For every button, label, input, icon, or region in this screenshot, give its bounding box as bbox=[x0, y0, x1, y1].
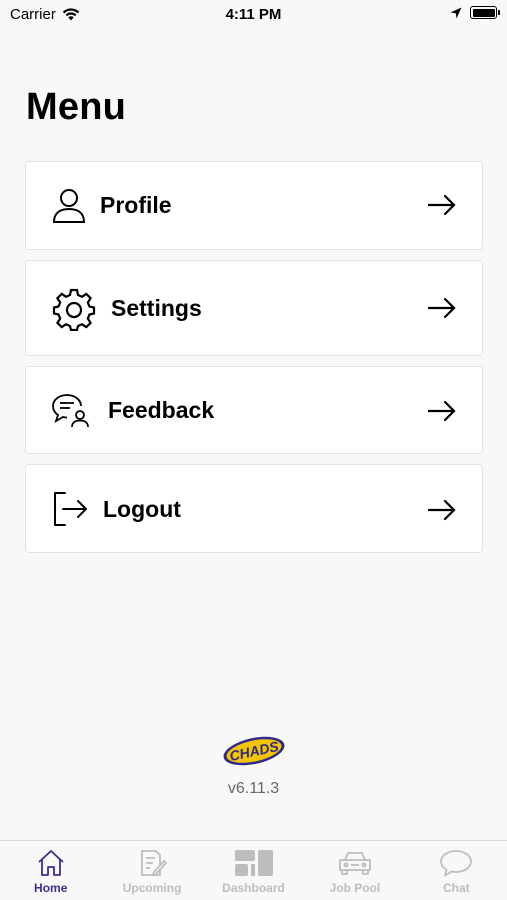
logout-icon bbox=[52, 491, 88, 527]
person-icon bbox=[52, 188, 86, 224]
location-arrow-icon bbox=[450, 7, 462, 18]
menu-item-label: Logout bbox=[103, 496, 181, 522]
arrow-right-icon bbox=[428, 297, 456, 319]
battery-icon bbox=[470, 6, 500, 19]
home-icon bbox=[38, 850, 64, 876]
tab-home[interactable]: Home bbox=[0, 841, 101, 900]
arrow-right-icon bbox=[428, 400, 456, 422]
menu-item-label: Settings bbox=[111, 295, 202, 321]
app-version: v6.11.3 bbox=[227, 780, 280, 797]
status-bar: Carrier 4:11 PM bbox=[0, 0, 507, 30]
status-time: 4:11 PM bbox=[225, 6, 282, 23]
car-icon bbox=[339, 852, 371, 875]
menu-item-label: Profile bbox=[100, 192, 172, 218]
tab-label: Home bbox=[34, 881, 68, 895]
dashboard-icon bbox=[234, 850, 273, 876]
tab-job-pool[interactable]: Job Pool bbox=[304, 841, 405, 900]
arrow-right-icon bbox=[428, 194, 456, 216]
menu-item-label: Feedback bbox=[108, 397, 215, 423]
tab-label: Job Pool bbox=[329, 881, 381, 895]
menu-item-feedback[interactable]: Feedback bbox=[25, 366, 483, 454]
menu-item-logout[interactable]: Logout bbox=[25, 464, 483, 553]
tab-bar: Home Upcoming Dashboard Job Pool Chat bbox=[0, 840, 507, 900]
feedback-icon bbox=[52, 393, 90, 429]
page-title: Menu bbox=[26, 86, 127, 128]
arrow-right-icon bbox=[428, 499, 456, 521]
tab-label: Chat bbox=[442, 881, 470, 895]
tab-dashboard[interactable]: Dashboard bbox=[203, 841, 304, 900]
menu-item-profile[interactable]: Profile bbox=[25, 161, 483, 250]
tab-chat[interactable]: Chat bbox=[406, 841, 507, 900]
tab-upcoming[interactable]: Upcoming bbox=[101, 841, 202, 900]
menu-item-settings[interactable]: Settings bbox=[25, 260, 483, 356]
tab-label: Upcoming bbox=[122, 881, 182, 895]
status-right bbox=[450, 6, 500, 19]
tab-label: Dashboard bbox=[222, 881, 285, 895]
chads-logo: CHADS bbox=[223, 736, 285, 766]
chat-bubble-icon bbox=[440, 850, 473, 877]
document-edit-icon bbox=[141, 850, 168, 877]
gear-icon bbox=[52, 287, 96, 331]
